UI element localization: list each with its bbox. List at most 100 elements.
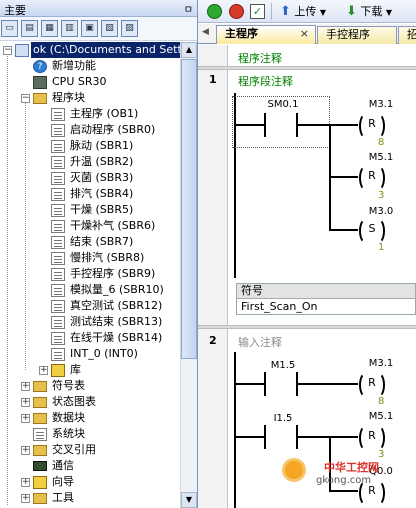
dropdown-icon[interactable]: ▼ — [320, 8, 326, 17]
folder-icon — [33, 493, 47, 504]
tree-scrollbar[interactable]: ▲ ▼ — [180, 42, 197, 508]
data-block-icon[interactable]: ▥ — [61, 20, 78, 37]
tree-item-sbr5[interactable]: 干燥 (SBR5) — [0, 202, 180, 218]
tree-item-communication[interactable]: 通信 — [0, 458, 180, 474]
tree-item-label: 测试结束 (SBR13) — [70, 315, 163, 328]
tab-scroll-left-icon[interactable]: ◀ — [202, 27, 209, 37]
tree-item-sbr1[interactable]: 脉动 (SBR1) — [0, 138, 180, 154]
program-block-icon — [51, 252, 65, 265]
tree-item-whats-new[interactable]: ? 新增功能 — [0, 58, 180, 74]
upload-button[interactable]: ⬆ 上传 ▼ — [280, 3, 342, 20]
tree-item-sbr0[interactable]: 启动程序 (SBR0) — [0, 122, 180, 138]
tree-item-data-block[interactable]: + 数据块 — [0, 410, 180, 426]
expand-icon[interactable]: + — [21, 478, 30, 487]
coil-address: M5.1 — [368, 152, 394, 163]
tab-main-program[interactable]: 主程序 × — [216, 25, 316, 44]
close-tab-icon[interactable]: × — [300, 26, 309, 42]
tree-item-library[interactable]: + 库 — [0, 362, 180, 378]
view-icon[interactable]: ▭ — [1, 20, 18, 37]
program-block-icon — [51, 188, 65, 201]
program-block-icon — [51, 316, 65, 329]
cross-ref-icon[interactable]: ▧ — [101, 20, 118, 37]
reset-coil[interactable]: R — [359, 165, 385, 191]
tree-item-sbr13[interactable]: 测试结束 (SBR13) — [0, 314, 180, 330]
run-icon[interactable] — [207, 4, 222, 19]
tree-item-sbr6[interactable]: 干燥补气 (SBR6) — [0, 218, 180, 234]
tree-item-sbr3[interactable]: 灭菌 (SBR3) — [0, 170, 180, 186]
symbol-table-icon[interactable]: ▤ — [21, 20, 38, 37]
expand-icon[interactable]: + — [39, 366, 48, 375]
program-block-icon — [51, 220, 65, 233]
editor-toolbar: ✓ ⬆ 上传 ▼ ⬇ 下载 ▼ — [198, 0, 416, 23]
help-icon: ? — [33, 60, 47, 73]
pin-icon[interactable]: ㅁ — [184, 1, 193, 16]
upload-label: 上传 — [294, 5, 317, 18]
dropdown-icon[interactable]: ▼ — [386, 8, 392, 17]
gear-icon — [282, 458, 306, 482]
tree-item-program-block[interactable]: − 程序块 — [0, 90, 180, 106]
tree-item-wizard[interactable]: + 向导 — [0, 474, 180, 490]
collapse-icon[interactable]: − — [3, 46, 12, 55]
tree-item-label: 交叉引用 — [52, 443, 96, 456]
cpu-icon — [33, 76, 47, 89]
tab-label: 招 — [407, 28, 416, 41]
collapse-icon[interactable]: − — [21, 94, 30, 103]
contact-left[interactable] — [264, 372, 266, 396]
reset-coil[interactable]: R — [359, 425, 385, 451]
tree-item-sbr8[interactable]: 慢排汽 (SBR8) — [0, 250, 180, 266]
tree-item-main-program[interactable]: 主程序 (OB1) — [0, 106, 180, 122]
expand-icon[interactable]: + — [21, 446, 30, 455]
tree-item-cross-reference[interactable]: + 交叉引用 — [0, 442, 180, 458]
tree-item-sbr4[interactable]: 排汽 (SBR4) — [0, 186, 180, 202]
scrollbar-thumb[interactable] — [181, 59, 197, 359]
coil-address: M3.0 — [368, 206, 394, 217]
tree-item-system-block[interactable]: 系统块 — [0, 426, 180, 442]
tree-item-project[interactable]: − ok (C:\Documents and Settings — [0, 42, 180, 58]
scroll-down-icon[interactable]: ▼ — [181, 492, 197, 508]
tree-item-cpu[interactable]: CPU SR30 — [0, 74, 180, 90]
tree-item-tools[interactable]: + 工具 — [0, 490, 180, 506]
reset-coil[interactable]: R — [359, 113, 385, 139]
folder-icon — [33, 413, 47, 424]
project-tree-panel: 主要 ㅁ ▭ ▤ ▦ ▥ ▣ ▧ ▨ − ok (C:\Documents an… — [0, 0, 198, 508]
tree-item-sbr9[interactable]: 手控程序 (SBR9) — [0, 266, 180, 282]
symbol-table-row[interactable]: First_Scan_On — [237, 299, 415, 314]
coil-type: R — [368, 169, 376, 182]
folder-icon — [33, 381, 47, 392]
tab-manual-program[interactable]: 手控程序 — [317, 26, 397, 44]
folder-icon — [33, 445, 47, 456]
tab-more[interactable]: 招 — [398, 26, 416, 44]
tree-item-sbr10[interactable]: 模拟量_6 (SBR10) — [0, 282, 180, 298]
tree-item-sbr12[interactable]: 真空测试 (SBR12) — [0, 298, 180, 314]
rung-wire — [236, 436, 264, 438]
tree-item-sbr7[interactable]: 结束 (SBR7) — [0, 234, 180, 250]
tree-item-sbr2[interactable]: 升温 (SBR2) — [0, 154, 180, 170]
compile-icon[interactable]: ✓ — [250, 4, 265, 19]
expand-icon[interactable]: + — [21, 382, 30, 391]
scroll-up-icon[interactable]: ▲ — [181, 42, 197, 58]
set-coil[interactable]: S — [359, 218, 385, 244]
expand-icon[interactable]: + — [21, 414, 30, 423]
program-block-icon — [51, 284, 65, 297]
contact-left[interactable] — [264, 425, 266, 449]
status-chart-icon[interactable]: ▦ — [41, 20, 58, 37]
network-comment[interactable]: 输入注释 — [238, 334, 282, 350]
tree-item-int0[interactable]: INT_0 (INT0) — [0, 346, 180, 362]
project-tree: − ok (C:\Documents and Settings ? 新增功能 C… — [0, 42, 180, 508]
tree-item-status-chart[interactable]: + 状态图表 — [0, 394, 180, 410]
stop-icon[interactable] — [229, 4, 244, 19]
tree-item-sbr14[interactable]: 在线干燥 (SBR14) — [0, 330, 180, 346]
download-button[interactable]: ⬇ 下载 ▼ — [346, 3, 416, 20]
coil-type: S — [368, 222, 376, 235]
program-block-icon — [51, 140, 65, 153]
tree-item-symbol-table[interactable]: + 符号表 — [0, 378, 180, 394]
system-block-icon[interactable]: ▣ — [81, 20, 98, 37]
network-comment[interactable]: 程序段注释 — [238, 73, 293, 89]
branch-wire — [329, 229, 358, 231]
communication-icon[interactable]: ▨ — [121, 20, 138, 37]
expand-icon[interactable]: + — [21, 494, 30, 503]
expand-icon[interactable]: + — [21, 398, 30, 407]
reset-coil[interactable]: R — [359, 372, 385, 398]
contact-left[interactable] — [264, 113, 266, 137]
program-comment[interactable]: 程序注释 — [238, 50, 282, 66]
